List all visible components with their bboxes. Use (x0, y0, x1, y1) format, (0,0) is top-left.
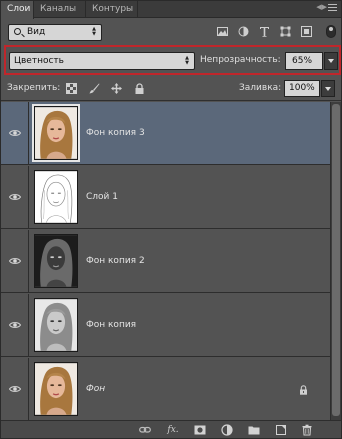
layer-name[interactable]: Фон копия 2 (86, 255, 145, 267)
lock-transparent-icon[interactable] (66, 83, 77, 94)
fx-icon[interactable]: fx. (165, 424, 181, 436)
layer-name[interactable]: Слой 1 (86, 191, 118, 203)
layer-name[interactable]: Фон (86, 383, 105, 395)
eye-icon[interactable] (9, 193, 21, 201)
filter-kind-select[interactable]: Вид ▲ ▼ (8, 24, 102, 41)
lock-all-icon[interactable] (134, 83, 145, 94)
blend-mode-select[interactable]: Цветность ▲ ▼ (9, 52, 195, 70)
visibility-cell[interactable] (1, 166, 29, 229)
collapse-arrows-icon[interactable]: ◀▶ (316, 3, 327, 11)
type-filter-icon[interactable] (259, 26, 270, 37)
layers-bottom-toolbar: fx. (1, 420, 341, 438)
layer-thumbnail[interactable] (34, 298, 78, 352)
tab-channels[interactable]: Каналы (34, 1, 86, 18)
layers-scrollbar[interactable] (330, 102, 341, 420)
layers-panel: Слои Каналы Контуры ◀▶ Вид ▲ ▼ Цветность… (0, 0, 342, 439)
lock-position-icon[interactable] (111, 83, 122, 94)
layer-thumbnail[interactable] (32, 104, 80, 162)
blend-opacity-highlight: Цветность ▲ ▼ Непрозрачность: 65% (4, 45, 341, 75)
select-arrows-icon: ▲ ▼ (92, 26, 96, 37)
adjustment-layer-icon[interactable] (221, 424, 233, 436)
eye-icon[interactable] (9, 257, 21, 265)
filter-kind-value: Вид (27, 27, 46, 37)
fill-label: Заливка: (239, 83, 282, 93)
shape-filter-icon[interactable] (280, 26, 291, 37)
lock-fill-row: Закрепить: Заливка: 100% (1, 77, 341, 101)
layer-thumbnail[interactable] (34, 234, 78, 288)
panel-tab-bar: Слои Каналы Контуры ◀▶ (1, 1, 341, 19)
image-filter-icon[interactable] (217, 26, 228, 37)
fill-input[interactable]: 100% (284, 80, 320, 97)
fill-dropdown-button[interactable] (321, 80, 335, 97)
add-mask-icon[interactable] (194, 424, 206, 436)
layer-row[interactable]: Фон копия 3 (1, 102, 330, 165)
layer-row[interactable]: Фон (1, 358, 330, 421)
layers-list: Фон копия 3 Слой 1 Фон копия 2 Фон копия… (1, 102, 330, 421)
layer-name[interactable]: Фон копия 3 (86, 127, 145, 139)
new-layer-icon[interactable] (275, 424, 287, 436)
opacity-dropdown-button[interactable] (324, 52, 338, 70)
panel-menu-icon[interactable] (328, 4, 337, 13)
opacity-input[interactable]: 65% (285, 52, 323, 70)
eye-icon[interactable] (9, 129, 21, 137)
filter-toggle-switch[interactable] (326, 25, 336, 38)
opacity-label: Непрозрачность: (200, 55, 281, 65)
layer-row[interactable]: Фон копия (1, 294, 330, 357)
new-group-icon[interactable] (248, 424, 260, 436)
layer-thumbnail[interactable] (34, 170, 78, 224)
blend-mode-value: Цветность (14, 56, 64, 66)
visibility-cell[interactable] (1, 358, 29, 421)
select-arrows-icon: ▲ ▼ (185, 55, 189, 66)
lock-label: Закрепить: (7, 83, 61, 93)
lock-icon (300, 385, 307, 395)
layer-row[interactable]: Фон копия 2 (1, 230, 330, 293)
scrollbar-thumb[interactable] (332, 104, 340, 416)
filter-row: Вид ▲ ▼ (1, 19, 341, 45)
link-layers-icon[interactable] (139, 424, 151, 436)
layer-name[interactable]: Фон копия (86, 319, 136, 331)
adjustment-filter-icon[interactable] (238, 26, 249, 37)
delete-layer-icon[interactable] (301, 424, 313, 436)
visibility-cell[interactable] (1, 294, 29, 357)
tab-paths[interactable]: Контуры (86, 1, 138, 18)
visibility-cell[interactable] (1, 102, 29, 165)
tab-layers[interactable]: Слои (1, 1, 34, 19)
search-icon (14, 28, 21, 35)
smart-object-filter-icon[interactable] (301, 26, 312, 37)
visibility-cell[interactable] (1, 230, 29, 293)
layer-row[interactable]: Слой 1 (1, 166, 330, 229)
eye-icon[interactable] (9, 385, 21, 393)
layer-thumbnail[interactable] (34, 362, 78, 416)
lock-brush-icon[interactable] (89, 83, 100, 94)
eye-icon[interactable] (9, 321, 21, 329)
